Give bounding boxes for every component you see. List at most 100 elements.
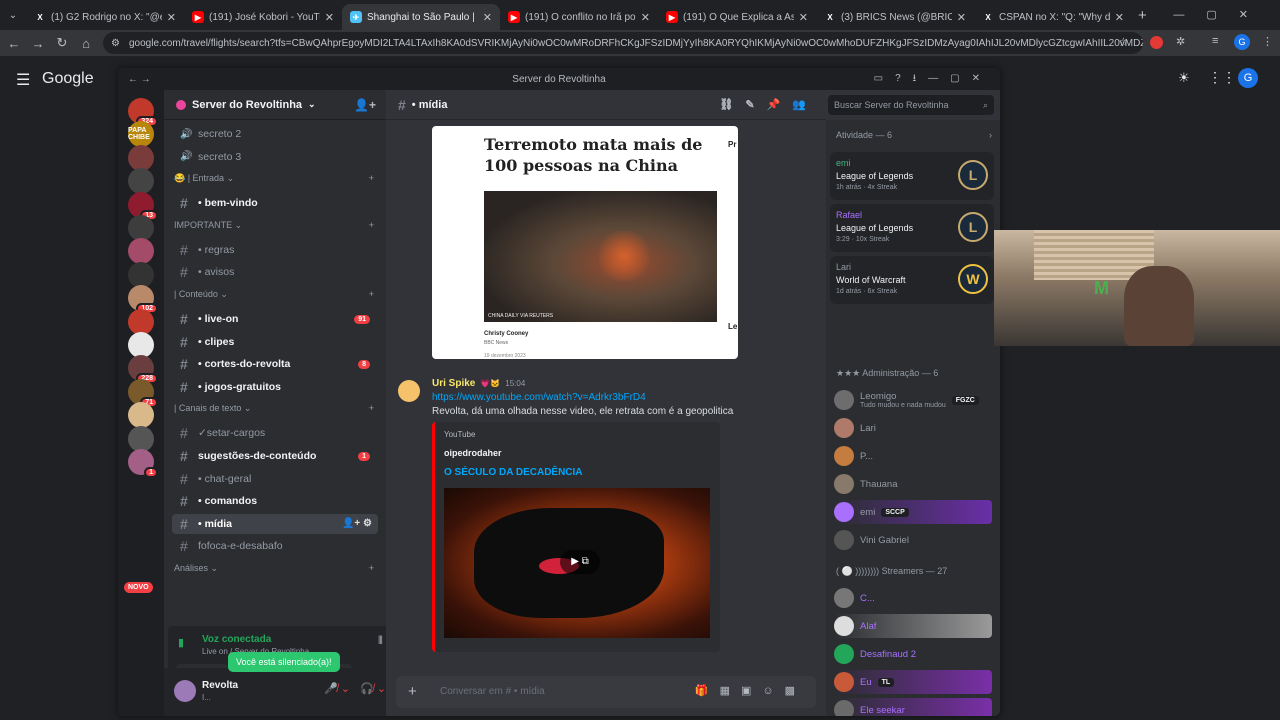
profile-avatar[interactable]: G (1234, 34, 1250, 50)
add-member-icon[interactable]: 👤+ (354, 98, 376, 112)
channel-category[interactable]: | Conteúdo ⌄ + (174, 289, 374, 300)
server-icon[interactable]: 1 (128, 449, 158, 478)
hamburger-icon[interactable]: ☰ (16, 70, 30, 90)
channel-item[interactable]: # • cortes-do-revolta 8 (172, 354, 378, 374)
browser-tab[interactable]: X (1) G2 Rodrigo no X: "@eomita ✕ (26, 4, 184, 30)
server-icon[interactable] (128, 308, 154, 335)
close-tab-icon[interactable]: ✕ (325, 11, 334, 24)
message-avatar[interactable] (398, 380, 420, 402)
server-icon[interactable] (128, 261, 154, 288)
server-icon[interactable] (128, 215, 154, 241)
member-item[interactable]: P... (834, 444, 992, 468)
google-logo[interactable]: Google (42, 70, 94, 88)
mute-icon[interactable]: 🎤̸ ⌄ (324, 682, 350, 695)
site-info-icon[interactable]: ⚙ (111, 38, 120, 49)
discord-window-controls[interactable]: ▭?⭳—▢✕ (874, 71, 992, 88)
member-item[interactable]: Lari (834, 416, 992, 440)
voice-status[interactable]: Voz conectada (202, 634, 271, 645)
extensions-puzzle-icon[interactable]: ✲ (1176, 35, 1185, 48)
add-channel-icon[interactable]: + (369, 173, 374, 184)
member-item[interactable]: Ele seekar (834, 698, 992, 716)
reading-list-icon[interactable]: ≡ (1212, 35, 1218, 47)
channel-item[interactable]: # • bem-vindo (172, 193, 378, 213)
channel-category[interactable]: IMPORTANTE ⌄ + (174, 220, 374, 231)
server-icon[interactable] (128, 238, 154, 265)
play-icon[interactable]: ▶ ⧉ (560, 550, 600, 574)
member-item[interactable]: Leomigo Tudo mudou e nada mudou FGZC (834, 388, 992, 412)
theme-icon[interactable]: ☀ (1178, 70, 1190, 86)
message-author[interactable]: Uri Spike (432, 378, 475, 389)
server-icon[interactable]: 71 (128, 378, 158, 408)
add-channel-icon[interactable]: + (369, 289, 374, 300)
channel-item[interactable]: # • mídia 👤+ ⚙ (172, 513, 378, 534)
server-icon[interactable]: 13 (128, 191, 158, 221)
close-tab-icon[interactable]: ✕ (1115, 11, 1124, 24)
channel-settings-icon[interactable]: 👤+ ⚙ (342, 518, 372, 529)
message-composer[interactable]: + Conversar em # • mídia 🎁▦▣☺▩ (396, 676, 816, 708)
channel-item[interactable]: # sugestões-de-conteúdo 1 (172, 446, 378, 466)
server-icon[interactable]: 324 (128, 98, 158, 127)
member-item[interactable]: Alaf (834, 614, 992, 638)
attach-plus-icon[interactable]: + (408, 683, 417, 700)
close-tab-icon[interactable]: ✕ (483, 11, 492, 24)
activity-card[interactable]: Rafael League of Legends 3:29 · 10x Streak… (830, 204, 994, 252)
server-icon[interactable] (128, 144, 154, 171)
embed-title[interactable]: O SÉCULO DA DECADÊNCIA (444, 467, 583, 478)
member-item[interactable]: C... (834, 586, 992, 610)
activity-card[interactable]: emi League of Legends 1h atrás · 4x Streak… (830, 152, 994, 200)
channel-item[interactable]: # • avisos (172, 262, 378, 282)
close-tab-icon[interactable]: ✕ (641, 11, 650, 24)
close-tab-icon[interactable]: ✕ (167, 11, 176, 24)
server-icon[interactable]: 228 (128, 355, 158, 385)
article-embed[interactable]: Terremoto mata mais de 100 pessoas na Ch… (432, 126, 738, 359)
member-item[interactable]: Eu TL (834, 670, 992, 694)
embed-author[interactable]: oipedrodaher (444, 448, 502, 458)
server-icon[interactable] (128, 402, 154, 429)
header-tools[interactable]: ⛓✎📌👥 (719, 98, 818, 111)
tab-search-icon[interactable]: ⌄ (0, 10, 26, 21)
channel-item[interactable]: # • live-on 91 (172, 309, 378, 329)
channel-item[interactable]: # • comandos (172, 491, 378, 511)
noise-icon[interactable]: ⦀ (378, 635, 383, 648)
reload-icon[interactable]: ↻ (50, 35, 74, 51)
server-header[interactable]: Server do Revoltinha ⌄ 👤+ (164, 90, 386, 120)
extension-icon[interactable] (1150, 36, 1163, 49)
channel-category[interactable]: | Canais de texto ⌄ + (174, 403, 374, 414)
menu-kebab-icon[interactable]: ⋮ (1262, 35, 1273, 48)
channel-item[interactable]: # • clipes (172, 332, 378, 352)
member-item[interactable]: Thauana (834, 472, 992, 496)
user-avatar[interactable] (174, 680, 196, 702)
member-item[interactable]: Vini Gabriel (834, 528, 992, 552)
channel-category[interactable]: Análises ⌄ + (174, 563, 374, 574)
channel-item[interactable]: 🔊 secreto 2 (172, 124, 378, 144)
channel-category[interactable]: 😂 | Entrada ⌄ + (174, 173, 374, 184)
add-channel-icon[interactable]: + (369, 220, 374, 231)
activity-header[interactable]: Atividade — 6 › (836, 130, 992, 140)
add-channel-icon[interactable]: + (369, 563, 374, 574)
window-controls[interactable]: —▢✕ (1173, 8, 1270, 21)
discord-back-icon[interactable]: ← → (128, 74, 151, 85)
browser-tab[interactable]: ▶ (191) O Que Explica a Ascensão ✕ (658, 4, 816, 30)
browser-tab[interactable]: X (3) BRICS News (@BRICSinfo) / ✕ (816, 4, 974, 30)
server-icon[interactable]: 102 (128, 285, 158, 315)
channel-item[interactable]: # • chat-geral (172, 469, 378, 489)
browser-tab[interactable]: ▶ (191) O conflito no Irã pode qu ✕ (500, 4, 658, 30)
new-tab-button[interactable]: + (1138, 7, 1147, 24)
bookmark-star-icon[interactable]: ☆ (1118, 35, 1129, 49)
video-thumbnail[interactable]: ▶ ⧉ (444, 488, 710, 638)
user-name[interactable]: Revolta (202, 680, 238, 691)
channel-item[interactable]: # ✓setar-cargos (172, 423, 378, 443)
google-avatar[interactable]: G (1238, 68, 1258, 88)
home-icon[interactable]: ⌂ (74, 36, 98, 51)
back-icon[interactable]: ← (2, 36, 26, 51)
add-channel-icon[interactable]: + (369, 403, 374, 414)
activity-card[interactable]: Lari World of Warcraft 1d atrás · 6x Strea… (830, 256, 994, 304)
close-tab-icon[interactable]: ✕ (799, 11, 808, 24)
member-item[interactable]: emi SCCP (834, 500, 992, 524)
server-icon[interactable] (128, 332, 154, 358)
member-item[interactable]: Desafinaud 2 (834, 642, 992, 666)
composer-tools[interactable]: 🎁▦▣☺▩ (695, 684, 806, 697)
forward-icon[interactable]: → (26, 36, 50, 51)
server-icon[interactable] (128, 425, 154, 452)
channel-item[interactable]: 🔊 secreto 3 (172, 147, 378, 167)
